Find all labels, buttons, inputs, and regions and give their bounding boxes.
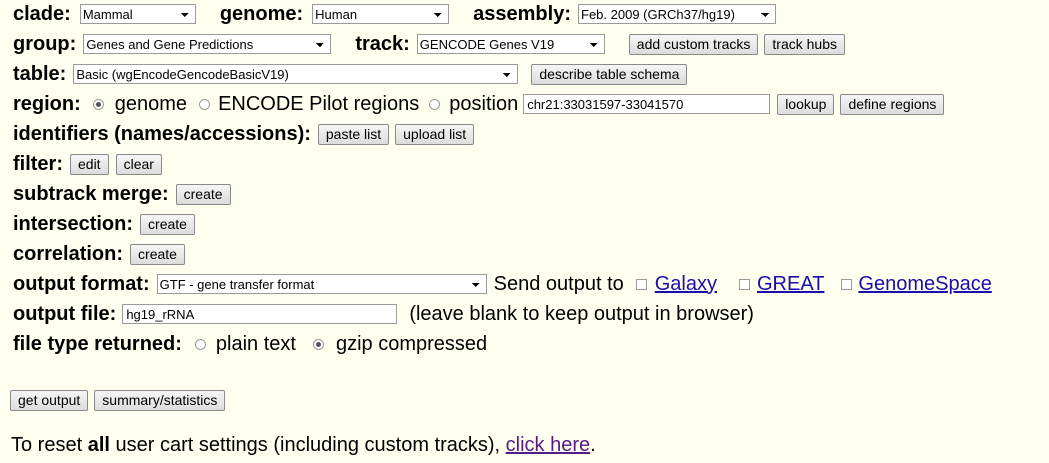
row-identifiers: identifiers (names/accessions): paste li… bbox=[13, 122, 475, 146]
great-checkbox[interactable] bbox=[739, 278, 750, 290]
assembly-label: assembly: bbox=[473, 2, 571, 25]
intersection-create-button[interactable]: create bbox=[140, 213, 195, 235]
filter-label: filter: bbox=[13, 152, 63, 175]
describe-table-schema-button[interactable]: describe table schema bbox=[531, 63, 688, 85]
output-format-label: output format: bbox=[13, 272, 150, 295]
genomespace-checkbox[interactable] bbox=[841, 278, 853, 290]
add-custom-tracks-button[interactable]: add custom tracks bbox=[628, 33, 759, 55]
row-clade-genome-assembly: clade: Mammal genome: Human assembly: Fe… bbox=[13, 2, 776, 26]
row-output-format: output format: GTF - gene transfer forma… bbox=[13, 272, 992, 296]
group-select[interactable]: Genes and Gene Predictions bbox=[83, 34, 332, 54]
clade-label: clade: bbox=[13, 2, 71, 25]
position-input[interactable] bbox=[523, 94, 771, 114]
region-label: region: bbox=[13, 92, 81, 115]
reset-suffix: . bbox=[590, 433, 596, 456]
paste-list-button[interactable]: paste list bbox=[317, 123, 390, 145]
upload-list-button[interactable]: upload list bbox=[395, 123, 475, 145]
genome-select[interactable]: Human bbox=[312, 4, 450, 24]
filter-clear-button[interactable]: clear bbox=[115, 153, 162, 175]
group-label: group: bbox=[13, 32, 77, 55]
define-regions-button[interactable]: define regions bbox=[840, 93, 945, 115]
region-position-radio[interactable] bbox=[429, 98, 441, 110]
lookup-button[interactable]: lookup bbox=[777, 93, 835, 115]
get-output-button[interactable]: get output bbox=[10, 389, 89, 411]
reset-middle: user cart settings (including custom tra… bbox=[109, 433, 506, 456]
row-intersection: intersection: create bbox=[13, 212, 195, 236]
output-format-select[interactable]: GTF - gene transfer format bbox=[156, 274, 487, 294]
output-file-label: output file: bbox=[13, 302, 117, 325]
correlation-label: correlation: bbox=[13, 242, 124, 265]
row-file-type: file type returned: plain text gzip comp… bbox=[13, 332, 487, 356]
region-genome-label: genome bbox=[114, 92, 188, 115]
reset-click-here-link[interactable]: click here bbox=[506, 434, 590, 457]
row-group-track: group: Genes and Gene Predictions track:… bbox=[13, 32, 845, 56]
plain-text-radio[interactable] bbox=[194, 338, 206, 350]
row-actions: get output summary/statistics bbox=[10, 388, 226, 412]
genome-label: genome: bbox=[219, 2, 304, 25]
region-encode-radio[interactable] bbox=[199, 98, 211, 110]
great-link[interactable]: GREAT bbox=[757, 273, 824, 296]
genomespace-link[interactable]: GenomeSpace bbox=[858, 273, 991, 296]
row-output-file: output file: (leave blank to keep output… bbox=[13, 302, 754, 326]
track-hubs-button[interactable]: track hubs bbox=[764, 33, 845, 55]
track-label: track: bbox=[355, 32, 410, 55]
identifiers-label: identifiers (names/accessions): bbox=[13, 122, 311, 145]
correlation-create-button[interactable]: create bbox=[130, 243, 185, 265]
row-correlation: correlation: create bbox=[13, 242, 185, 266]
summary-statistics-button[interactable]: summary/statistics bbox=[94, 389, 226, 411]
plain-text-label: plain text bbox=[215, 332, 296, 355]
table-label: table: bbox=[13, 62, 67, 85]
gzip-compressed-label: gzip compressed bbox=[335, 332, 488, 355]
galaxy-checkbox[interactable] bbox=[635, 278, 647, 290]
output-file-input[interactable] bbox=[122, 304, 398, 324]
reset-prefix: To reset bbox=[11, 433, 88, 456]
intersection-label: intersection: bbox=[13, 212, 134, 235]
file-type-label: file type returned: bbox=[13, 332, 182, 355]
filter-edit-button[interactable]: edit bbox=[70, 153, 109, 175]
galaxy-link[interactable]: Galaxy bbox=[655, 273, 717, 296]
region-encode-label: ENCODE Pilot regions bbox=[218, 92, 420, 115]
gzip-compressed-radio[interactable] bbox=[312, 338, 324, 350]
clade-select[interactable]: Mammal bbox=[79, 4, 196, 24]
table-select[interactable]: Basic (wgEncodeGencodeBasicV19) bbox=[73, 64, 519, 84]
output-file-hint: (leave blank to keep output in browser) bbox=[409, 302, 754, 325]
row-subtrack-merge: subtrack merge: create bbox=[13, 182, 231, 206]
subtrack-merge-create-button[interactable]: create bbox=[175, 183, 231, 205]
send-output-to-label: Send output to bbox=[493, 272, 624, 295]
assembly-select[interactable]: Feb. 2009 (GRCh37/hg19) bbox=[578, 4, 776, 24]
track-select[interactable]: GENCODE Genes V19 bbox=[416, 34, 605, 54]
reset-bold: all bbox=[87, 433, 110, 456]
row-table: table: Basic (wgEncodeGencodeBasicV19) d… bbox=[13, 62, 688, 86]
subtrack-merge-label: subtrack merge: bbox=[13, 182, 169, 205]
reset-line: To reset all user cart settings (includi… bbox=[11, 433, 596, 457]
row-region: region: genome ENCODE Pilot regions posi… bbox=[13, 92, 945, 116]
region-genome-radio[interactable] bbox=[92, 98, 104, 110]
region-position-label: position bbox=[449, 92, 519, 115]
row-filter: filter: edit clear bbox=[13, 152, 162, 176]
